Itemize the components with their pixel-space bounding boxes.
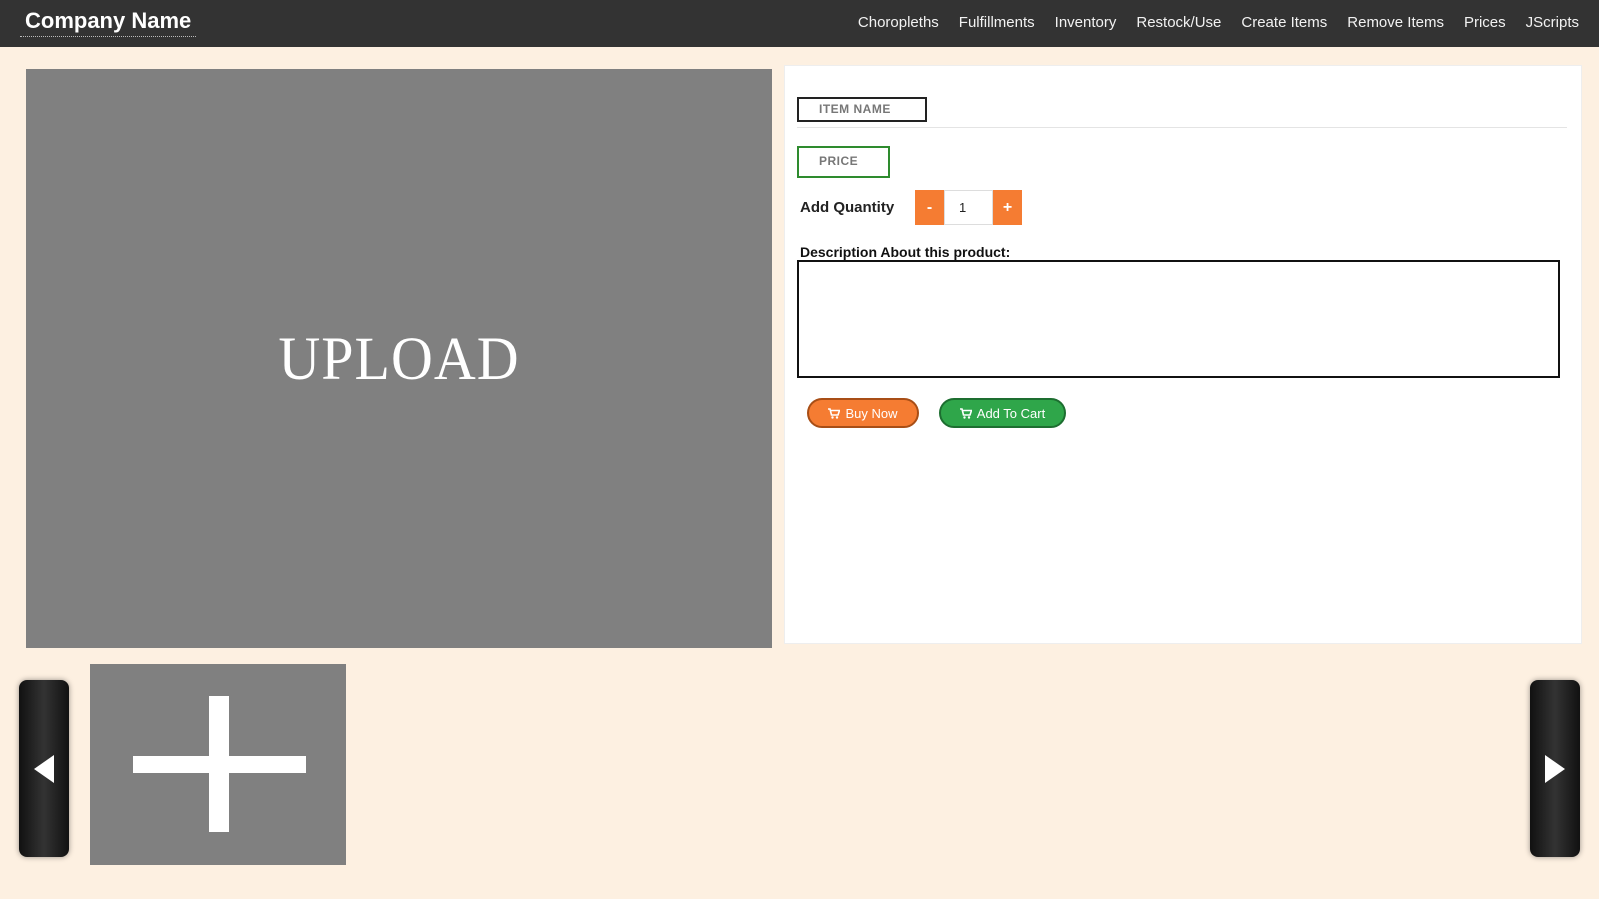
image-upload-area[interactable]: UPLOAD [26, 69, 772, 648]
upload-label: UPLOAD [278, 324, 520, 393]
description-textarea[interactable] [797, 260, 1560, 378]
nav-link-restock-use[interactable]: Restock/Use [1136, 14, 1221, 31]
chevron-left-icon [34, 754, 54, 783]
nav-link-remove-items[interactable]: Remove Items [1347, 14, 1444, 31]
quantity-label: Add Quantity [800, 199, 895, 216]
cart-icon [828, 407, 841, 419]
nav-link-jscripts[interactable]: JScripts [1526, 14, 1579, 31]
quantity-input[interactable] [944, 190, 993, 225]
nav-link-fulfillments[interactable]: Fulfillments [959, 14, 1035, 31]
carousel-next-button[interactable] [1530, 680, 1580, 857]
quantity-increment-button[interactable]: + [993, 190, 1022, 225]
carousel-prev-button[interactable] [19, 680, 69, 857]
nav-links: Choropleths Fulfillments Inventory Resto… [858, 14, 1579, 31]
add-to-cart-button[interactable]: Add To Cart [939, 398, 1066, 428]
item-name-field[interactable]: ITEM NAME [797, 97, 927, 122]
description-label: Description About this product: [800, 244, 1011, 260]
add-image-thumbnail[interactable] [90, 664, 346, 865]
nav-link-prices[interactable]: Prices [1464, 14, 1506, 31]
buy-now-button[interactable]: Buy Now [807, 398, 919, 428]
price-field[interactable]: PRICE [797, 146, 890, 178]
nav-link-choropleths[interactable]: Choropleths [858, 14, 939, 31]
add-to-cart-label: Add To Cart [976, 405, 1046, 421]
divider [797, 127, 1567, 128]
nav-link-inventory[interactable]: Inventory [1055, 14, 1117, 31]
product-detail-panel: ITEM NAME PRICE Add Quantity - + Descrip… [784, 65, 1582, 644]
top-navbar: Company Name Choropleths Fulfillments In… [0, 0, 1599, 47]
brand-logo[interactable]: Company Name [20, 8, 197, 37]
nav-link-create-items[interactable]: Create Items [1241, 14, 1327, 31]
cart-icon [959, 407, 972, 419]
quantity-decrement-button[interactable]: - [915, 190, 944, 225]
chevron-right-icon [1545, 754, 1565, 783]
buy-now-label: Buy Now [845, 405, 898, 421]
